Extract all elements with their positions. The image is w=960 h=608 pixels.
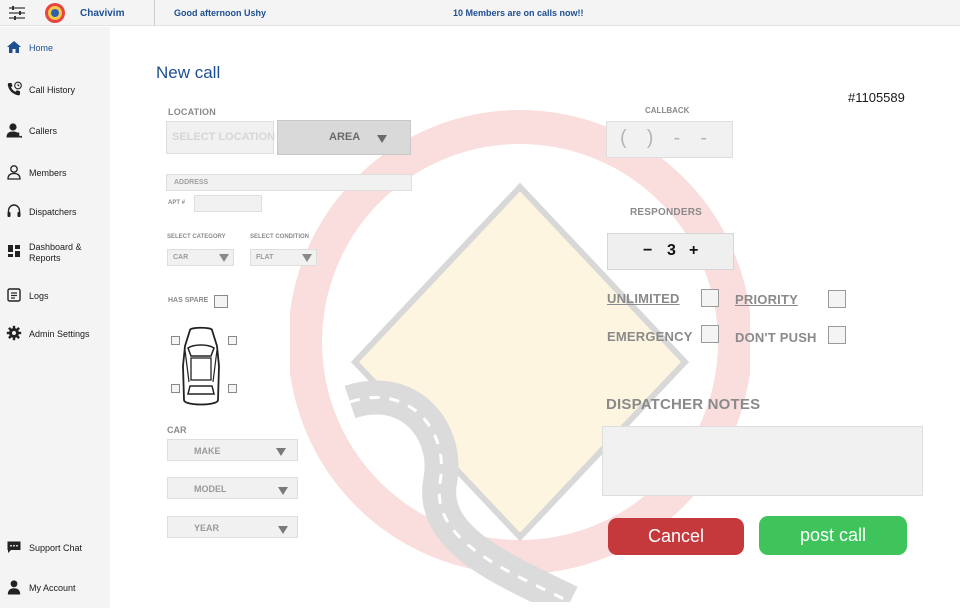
- sidebar-item-label: Logs: [29, 291, 49, 301]
- brand-name[interactable]: Chavivim: [80, 8, 124, 19]
- rear-right-tire-checkbox[interactable]: [228, 384, 237, 393]
- make-placeholder: MAKE: [194, 446, 221, 456]
- menu-icon[interactable]: [8, 4, 26, 22]
- emergency-label: EMERGENCY: [607, 329, 693, 344]
- sidebar-item-dashboard-reports[interactable]: Dashboard & Reports: [0, 237, 110, 267]
- sidebar-item-callers[interactable]: Callers: [0, 116, 110, 146]
- greeting-text: Good afternoon Ushy: [174, 8, 266, 18]
- chevron-down-icon: [276, 448, 286, 456]
- home-icon: [7, 41, 21, 53]
- sidebar-item-label: Callers: [29, 126, 58, 136]
- member-icon: [7, 165, 21, 180]
- chevron-down-icon: [377, 135, 387, 143]
- sidebar-item-members[interactable]: Members: [0, 158, 110, 188]
- sidebar-item-label: Call History: [29, 85, 76, 95]
- location-label: LOCATION: [168, 107, 216, 117]
- model-select[interactable]: MODEL: [167, 477, 298, 499]
- sidebar-item-label: Admin Settings: [29, 329, 90, 339]
- area-label: AREA: [329, 131, 361, 143]
- condition-value: FLAT: [256, 254, 274, 261]
- location-select[interactable]: SELECT LOCATION: [166, 121, 276, 154]
- responders-stepper: − 3 +: [607, 233, 734, 270]
- priority-checkbox[interactable]: [828, 290, 846, 308]
- sidebar-item-label: Home: [29, 43, 54, 53]
- callback-placeholder: ( ) - -: [620, 127, 710, 149]
- increment-button[interactable]: +: [689, 242, 698, 260]
- cancel-button[interactable]: Cancel: [608, 518, 744, 555]
- dashboard-icon: [8, 245, 20, 257]
- apt-input[interactable]: [194, 195, 262, 212]
- year-select[interactable]: YEAR: [167, 516, 298, 538]
- call-id: #1105589: [848, 90, 905, 105]
- sidebar-item-my-account[interactable]: My Account: [0, 573, 110, 603]
- chevron-down-icon: [278, 487, 288, 495]
- has-spare-label: HAS SPARE: [168, 297, 209, 304]
- top-bar: Chavivim Good afternoon Ushy 10 Members …: [0, 0, 960, 26]
- sidebar-item-support-chat[interactable]: Support Chat: [0, 533, 110, 563]
- unlimited-checkbox[interactable]: [701, 289, 719, 307]
- account-icon: [7, 580, 21, 595]
- sidebar-item-label: Support Chat: [29, 543, 83, 553]
- location-placeholder: SELECT LOCATION: [172, 131, 276, 143]
- callback-input[interactable]: ( ) - -: [606, 121, 733, 158]
- dispatcher-notes-textarea[interactable]: [602, 426, 923, 496]
- dont-push-label: DON'T PUSH: [735, 330, 817, 345]
- address-placeholder: ADDRESS: [174, 179, 209, 186]
- sidebar-item-call-history[interactable]: Call History: [0, 75, 110, 105]
- call-history-icon: [7, 81, 22, 96]
- category-value: CAR: [173, 254, 189, 261]
- sidebar-item-label: My Account: [29, 583, 76, 593]
- responders-count: 3: [667, 242, 676, 259]
- sidebar-item-dispatchers[interactable]: Dispatchers: [0, 197, 110, 227]
- address-input[interactable]: ADDRESS: [166, 174, 412, 191]
- decrement-button[interactable]: −: [643, 242, 652, 260]
- header-divider: [154, 0, 155, 26]
- headset-icon: [7, 204, 21, 217]
- dont-push-checkbox[interactable]: [828, 326, 846, 344]
- has-spare-checkbox[interactable]: [214, 295, 228, 308]
- sidebar-item-admin-settings[interactable]: Admin Settings: [0, 319, 110, 349]
- sidebar: Home Call History Callers Members Dispat…: [0, 27, 110, 608]
- sidebar-item-logs[interactable]: Logs: [0, 281, 110, 311]
- members-on-call-status: 10 Members are on calls now!!: [453, 8, 584, 18]
- sidebar-item-label-line2: Reports: [29, 253, 61, 263]
- responders-label: RESPONDERS: [630, 207, 703, 218]
- main-content: New call #1105589 LOCATION SELECT LOCATI…: [110, 27, 960, 608]
- area-dropdown[interactable]: AREA: [277, 120, 411, 155]
- page-title: New call: [156, 63, 221, 82]
- gear-icon: [6, 325, 22, 341]
- condition-select[interactable]: FLAT: [250, 249, 317, 266]
- sidebar-item-label-line1: Dashboard &: [29, 242, 82, 252]
- post-call-button[interactable]: post call: [759, 516, 907, 555]
- year-placeholder: YEAR: [194, 523, 220, 533]
- emergency-checkbox[interactable]: [701, 325, 719, 343]
- callback-label: CALLBACK: [645, 106, 690, 115]
- chevron-down-icon: [302, 254, 312, 262]
- category-label: SELECT CATEGORY: [167, 234, 226, 240]
- sidebar-item-home[interactable]: Home: [0, 33, 110, 63]
- sidebar-item-label: Members: [29, 168, 67, 178]
- unlimited-label: UNLIMITED: [607, 291, 680, 306]
- chat-icon: [7, 541, 21, 553]
- car-label: CAR: [167, 425, 187, 435]
- logo-icon: [45, 3, 65, 23]
- chevron-down-icon: [219, 254, 229, 262]
- callers-icon: [6, 123, 22, 138]
- condition-label: SELECT CONDITION: [250, 234, 310, 240]
- apt-label: APT #: [168, 200, 186, 206]
- make-select[interactable]: MAKE: [167, 439, 298, 461]
- logs-icon: [7, 288, 21, 302]
- car-top-view-icon: [182, 326, 220, 406]
- sidebar-item-label: Dispatchers: [29, 207, 77, 217]
- sidebar-item-label: Dashboard & Reports: [29, 242, 82, 264]
- model-placeholder: MODEL: [194, 484, 227, 494]
- chevron-down-icon: [278, 526, 288, 534]
- front-right-tire-checkbox[interactable]: [228, 336, 237, 345]
- category-select[interactable]: CAR: [167, 249, 234, 266]
- dispatcher-notes-label: DISPATCHER NOTES: [606, 396, 761, 413]
- priority-label: PRIORITY: [735, 292, 798, 307]
